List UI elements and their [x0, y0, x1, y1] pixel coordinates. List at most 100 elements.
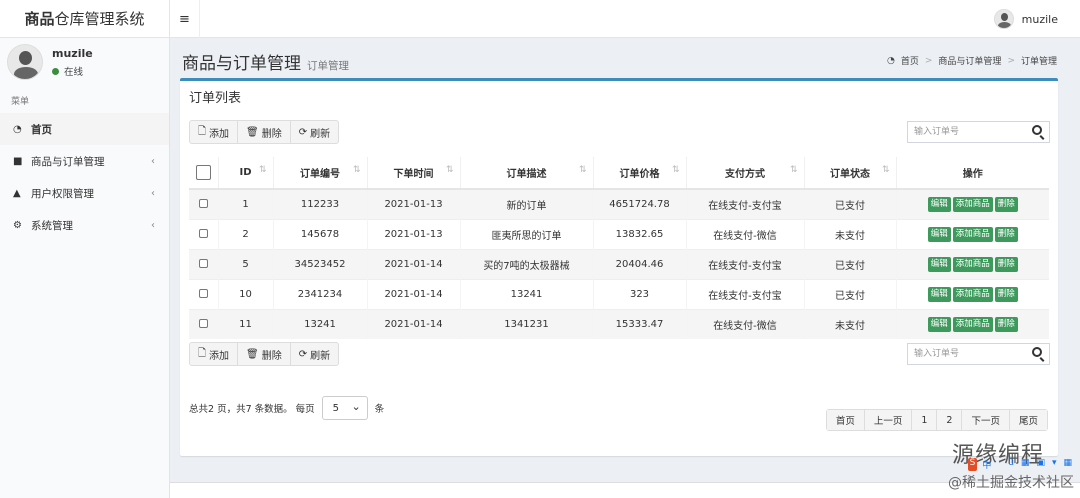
cell-status: 已支付	[803, 248, 896, 279]
ime-menu-icon: ▦	[1063, 458, 1072, 468]
cell-payment: 在线支付-支付宝	[685, 248, 804, 279]
sort-icon: ⇅	[789, 165, 798, 175]
dashboard-icon: ◔	[13, 123, 22, 135]
col-order-time[interactable]: 下单时间 ⇅	[366, 157, 460, 190]
add-button[interactable]: 🗋 添加	[190, 343, 239, 365]
prev-page-button[interactable]: 上一页	[864, 410, 913, 430]
user-panel: muzile 在线	[7, 44, 167, 84]
sidebar: muzile 在线 菜单 ◔ 首页 ■ 商品与订单管理 ‹ ▲ 用户权限管理 ‹ ⚙ 系统管…	[0, 38, 170, 498]
sidebar-item-label: 用户权限管理	[31, 187, 94, 200]
brand-bold: 商品	[24, 10, 55, 28]
add-button[interactable]: 🗋 添加	[190, 121, 239, 143]
user-menu[interactable]: muzile	[993, 9, 1058, 29]
first-page-button[interactable]: 首页	[826, 410, 865, 430]
row-delete-button[interactable]: 删除	[994, 256, 1018, 272]
pagination-info: 总共2 页，共7 条数据。 每页 5 条	[189, 396, 384, 420]
breadcrumb-separator: >	[1007, 55, 1015, 66]
col-order-no[interactable]: 订单编号 ⇅	[272, 157, 367, 190]
app-brand[interactable]: 商品 仓库管理系统	[0, 0, 170, 38]
table-row: 2 145678 2021-01-13 匪夷所思的订单 13832.65 在线支…	[189, 218, 1049, 249]
row-checkbox[interactable]	[198, 259, 208, 268]
folder-icon: ■	[13, 155, 23, 167]
sidebar-item-goods-orders[interactable]: ■ 商品与订单管理 ‹	[0, 145, 169, 177]
breadcrumb-home[interactable]: 首页	[901, 54, 919, 67]
cell-id: 1	[217, 188, 273, 219]
sidebar-item-system[interactable]: ⚙ 系统管理 ‹	[0, 209, 169, 241]
file-icon: 🗋	[198, 125, 207, 137]
row-delete-button[interactable]: 删除	[994, 316, 1018, 332]
toolbar-bottom: 🗋 添加 🗑 删除 ⟳ 刷新	[189, 342, 340, 366]
breadcrumb-goods-orders[interactable]: 商品与订单管理	[938, 54, 1001, 67]
refresh-button[interactable]: ⟳ 刷新	[291, 121, 338, 143]
cell-order-desc: 匪夷所思的订单	[459, 218, 593, 249]
search-icon[interactable]	[1032, 347, 1042, 357]
table-row: 1 112233 2021-01-13 新的订单 4651724.78 在线支付…	[189, 188, 1049, 219]
add-goods-button[interactable]: 添加商品	[952, 196, 993, 212]
row-checkbox[interactable]	[198, 199, 208, 209]
ime-mic-icon: ǔ	[1008, 458, 1014, 468]
search-icon[interactable]	[1032, 125, 1042, 135]
table-row: 5 34523452 2021-01-14 买的7吨的太极器械 20404.46…	[189, 248, 1049, 279]
col-id[interactable]: ID ⇅	[217, 157, 273, 190]
page-size-select[interactable]: 5	[321, 396, 368, 420]
delete-button[interactable]: 🗑 删除	[238, 121, 291, 143]
col-payment[interactable]: 支付方式 ⇅	[685, 157, 804, 190]
sort-icon: ⇅	[258, 165, 267, 175]
page-size-unit: 条	[374, 404, 385, 415]
row-delete-button[interactable]: 删除	[994, 226, 1018, 242]
cell-order-no: 34523452	[272, 248, 367, 279]
add-goods-button[interactable]: 添加商品	[952, 286, 993, 302]
sidebar-item-home[interactable]: ◔ 首页	[0, 113, 169, 145]
order-search-input[interactable]	[908, 344, 1028, 364]
cell-payment: 在线支付-微信	[685, 308, 804, 339]
chevron-left-icon: ‹	[151, 187, 155, 199]
menu-toggle-icon[interactable]: ≡	[170, 0, 200, 38]
order-search-input[interactable]	[908, 122, 1028, 142]
select-all-checkbox[interactable]	[195, 165, 211, 180]
row-checkbox[interactable]	[198, 319, 208, 329]
cell-order-no: 13241	[272, 308, 367, 339]
col-order-price[interactable]: 订单价格 ⇅	[592, 157, 686, 190]
footer	[170, 482, 1080, 498]
row-delete-button[interactable]: 删除	[994, 286, 1018, 302]
delete-label: 删除	[261, 350, 282, 362]
sidebar-item-user-permissions[interactable]: ▲ 用户权限管理 ‹	[0, 177, 169, 209]
row-delete-button[interactable]: 删除	[994, 196, 1018, 212]
row-select-cell	[189, 248, 218, 279]
page-subtitle: 订单管理	[307, 60, 349, 72]
page-title: 商品与订单管理 订单管理	[182, 49, 349, 74]
status-label: 在线	[64, 67, 84, 78]
sidebar-item-label: 首页	[31, 123, 52, 136]
cell-order-time: 2021-01-14	[366, 308, 460, 339]
delete-button[interactable]: 🗑 删除	[238, 343, 291, 365]
cell-payment: 在线支付-支付宝	[685, 278, 804, 309]
next-page-button[interactable]: 下一页	[962, 410, 1010, 430]
breadcrumb-current: 订单管理	[1020, 57, 1057, 67]
delete-label: 删除	[261, 128, 282, 140]
cell-order-time: 2021-01-14	[366, 278, 460, 309]
edit-button[interactable]: 编辑	[927, 196, 951, 212]
cell-id: 10	[217, 278, 273, 309]
last-page-button[interactable]: 尾页	[1009, 410, 1047, 430]
sidebar-item-label: 系统管理	[31, 219, 73, 232]
refresh-button[interactable]: ⟳ 刷新	[291, 343, 338, 365]
row-checkbox[interactable]	[198, 229, 208, 238]
table-row: 10 2341234 2021-01-14 13241 323 在线支付-支付宝…	[189, 278, 1049, 309]
edit-button[interactable]: 编辑	[927, 286, 951, 302]
edit-button[interactable]: 编辑	[927, 316, 951, 332]
page-2-button[interactable]: 2	[937, 410, 963, 430]
add-goods-button[interactable]: 添加商品	[952, 316, 993, 332]
col-label: 订单描述	[506, 169, 547, 180]
row-checkbox[interactable]	[198, 289, 208, 298]
add-goods-button[interactable]: 添加商品	[952, 226, 993, 242]
add-goods-button[interactable]: 添加商品	[952, 256, 993, 272]
col-status[interactable]: 订单状态 ⇅	[803, 157, 896, 190]
edit-button[interactable]: 编辑	[927, 226, 951, 242]
online-dot-icon	[52, 67, 59, 75]
page-1-button[interactable]: 1	[912, 410, 938, 430]
edit-button[interactable]: 编辑	[927, 256, 951, 272]
trash-icon: 🗑	[246, 348, 259, 360]
col-order-desc[interactable]: 订单描述 ⇅	[459, 157, 593, 190]
col-label: ID	[239, 167, 252, 178]
file-icon: 🗋	[198, 347, 207, 359]
